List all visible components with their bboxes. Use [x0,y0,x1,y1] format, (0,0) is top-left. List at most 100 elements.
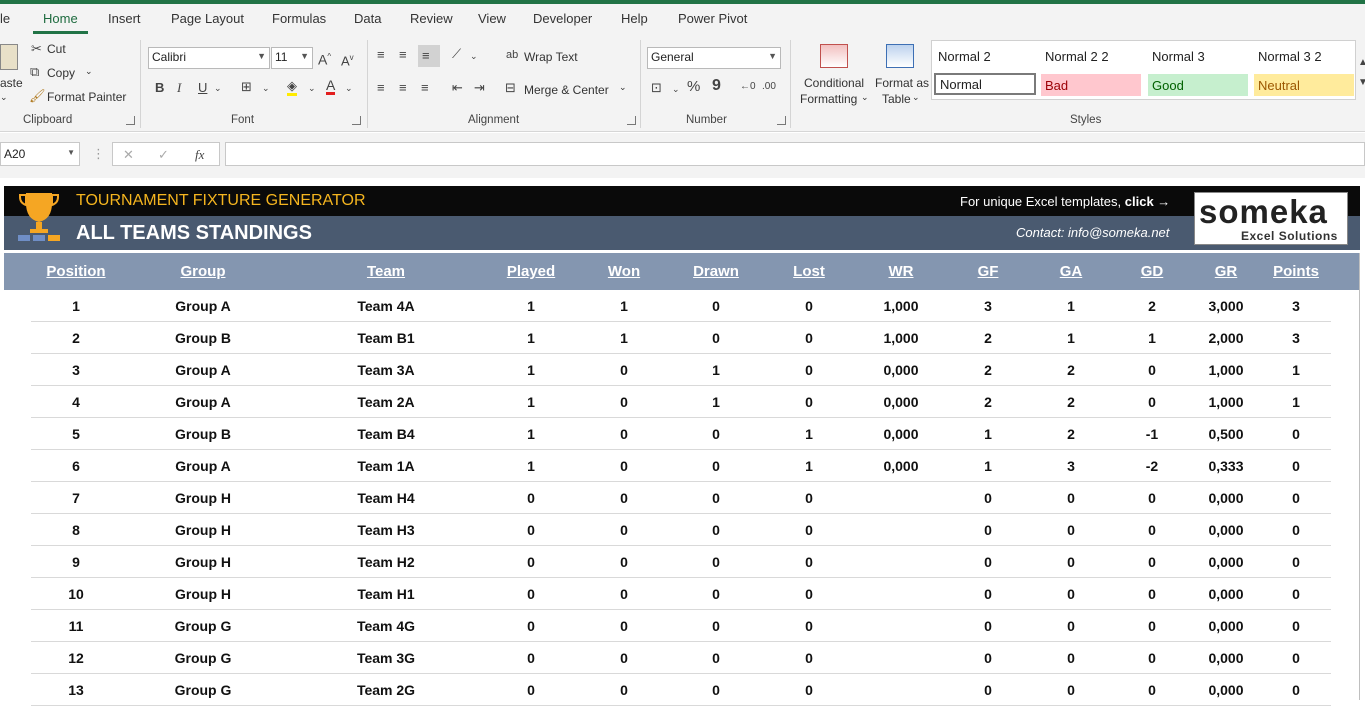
copy-button[interactable]: Copy [47,66,75,80]
cell-group[interactable]: Group H [143,586,263,602]
number-format-select[interactable]: General ▼ [647,47,781,69]
cell-points[interactable]: 0 [1236,490,1356,506]
cell-position[interactable]: 3 [16,362,136,378]
cell-team[interactable]: Team B1 [326,330,446,346]
cell-points[interactable]: 3 [1236,330,1356,346]
accounting-dropdown-icon[interactable]: ⌄ [672,82,680,96]
more-options-icon[interactable]: ⋮ [92,147,105,161]
cell-group[interactable]: Group H [143,554,263,570]
orientation-icon[interactable]: ⟋ [452,47,461,61]
tab-file[interactable]: le [0,11,10,26]
tab-review[interactable]: Review [410,11,453,26]
conditional-formatting-label2[interactable]: Formatting [800,92,857,106]
clipboard-launcher-icon[interactable] [126,116,135,125]
tab-page-layout[interactable]: Page Layout [171,11,244,26]
style-good[interactable]: Good [1148,74,1248,96]
increase-decimal-icon[interactable]: ←0 [740,80,756,94]
cell-team[interactable]: Team 3G [326,650,446,666]
style-normal[interactable]: Normal [934,73,1036,95]
column-header-team[interactable]: Team [326,263,446,280]
cell-team[interactable]: Team H1 [326,586,446,602]
cell-lost[interactable]: 0 [749,618,869,634]
cell-group[interactable]: Group B [143,330,263,346]
font-size-select[interactable]: 11 ▼ [271,47,313,69]
font-launcher-icon[interactable] [352,116,361,125]
chevron-down-icon[interactable]: ⌄ [861,92,869,103]
cell-group[interactable]: Group A [143,362,263,378]
cell-team[interactable]: Team H3 [326,522,446,538]
table-row[interactable]: 4Group ATeam 2A10100,0002201,0001 [0,386,1360,418]
font-color-dropdown-icon[interactable]: ⌄ [345,81,353,95]
increase-font-icon[interactable]: A^ [318,50,331,67]
cut-button[interactable]: Cut [47,42,66,56]
cell-points[interactable]: 0 [1236,458,1356,474]
style-normal-3[interactable]: Normal 3 [1148,45,1250,67]
cell-position[interactable]: 4 [16,394,136,410]
increase-indent-icon[interactable]: ⇥ [474,81,485,95]
cell-points[interactable]: 0 [1236,426,1356,442]
borders-icon[interactable]: ⊞ [241,80,252,94]
cell-position[interactable]: 7 [16,490,136,506]
cell-group[interactable]: Group B [143,426,263,442]
style-neutral[interactable]: Neutral [1254,74,1354,96]
cell-position[interactable]: 8 [16,522,136,538]
cell-points[interactable]: 0 [1236,682,1356,698]
cell-lost[interactable]: 0 [749,554,869,570]
table-row[interactable]: 3Group ATeam 3A10100,0002201,0001 [0,354,1360,386]
cell-points[interactable]: 3 [1236,298,1356,314]
cell-position[interactable]: 2 [16,330,136,346]
style-bad[interactable]: Bad [1041,74,1141,96]
fill-color-dropdown-icon[interactable]: ⌄ [308,81,316,95]
alignment-launcher-icon[interactable] [627,116,636,125]
cell-group[interactable]: Group A [143,394,263,410]
tab-view[interactable]: View [478,11,506,26]
gallery-scroll-down-icon[interactable]: ▼ [1358,76,1365,90]
cell-lost[interactable]: 0 [749,682,869,698]
cancel-icon[interactable]: ✕ [123,148,134,162]
underline-dropdown-icon[interactable]: ⌄ [214,81,222,95]
contact-info[interactable]: Contact: info@someka.net [1016,225,1169,240]
paste-button-label[interactable]: aste [0,76,23,90]
cell-lost[interactable]: 0 [749,490,869,506]
paste-icon[interactable] [0,44,18,70]
cell-points[interactable]: 0 [1236,554,1356,570]
formula-input[interactable] [225,142,1365,166]
wrap-text-button[interactable]: Wrap Text [524,50,578,64]
cell-team[interactable]: Team H4 [326,490,446,506]
cell-team[interactable]: Team 3A [326,362,446,378]
tab-power-pivot[interactable]: Power Pivot [678,11,747,26]
cell-position[interactable]: 9 [16,554,136,570]
promo-link[interactable]: click → [1125,194,1171,209]
conditional-formatting-button[interactable]: Conditional [804,76,864,90]
cell-lost[interactable]: 0 [749,586,869,602]
cell-points[interactable]: 0 [1236,522,1356,538]
font-color-icon[interactable]: A [326,78,335,95]
fill-color-icon[interactable]: ◈ [287,79,297,96]
orientation-dropdown-icon[interactable]: ⌄ [470,49,478,63]
decrease-indent-icon[interactable]: ⇤ [452,81,463,95]
table-row[interactable]: 2Group BTeam B111001,0002112,0003 [0,322,1360,354]
cell-points[interactable]: 0 [1236,650,1356,666]
cell-position[interactable]: 11 [16,618,136,634]
cell-group[interactable]: Group A [143,298,263,314]
percent-style-button[interactable]: % [687,80,700,94]
cell-position[interactable]: 12 [16,650,136,666]
table-row[interactable]: 10Group HTeam H100000000,0000 [0,578,1360,610]
style-normal-2-2[interactable]: Normal 2 2 [1041,45,1143,67]
style-normal-3-2[interactable]: Normal 3 2 [1254,45,1356,67]
merge-dropdown-icon[interactable]: ⌄ [619,82,627,93]
table-row[interactable]: 7Group HTeam H400000000,0000 [0,482,1360,514]
align-left-icon[interactable]: ≡ [377,81,385,95]
table-row[interactable]: 11Group GTeam 4G00000000,0000 [0,610,1360,642]
align-bottom-icon[interactable]: ≡ [418,45,440,67]
align-right-icon[interactable]: ≡ [421,81,429,95]
column-header-points[interactable]: Points [1236,263,1356,280]
align-top-icon[interactable]: ≡ [377,48,385,62]
font-name-select[interactable]: Calibri ▼ [148,47,270,69]
cell-team[interactable]: Team 4G [326,618,446,634]
enter-icon[interactable]: ✓ [158,148,169,162]
tab-developer[interactable]: Developer [533,11,592,26]
cell-position[interactable]: 5 [16,426,136,442]
tab-help[interactable]: Help [621,11,648,26]
cell-points[interactable]: 0 [1236,586,1356,602]
